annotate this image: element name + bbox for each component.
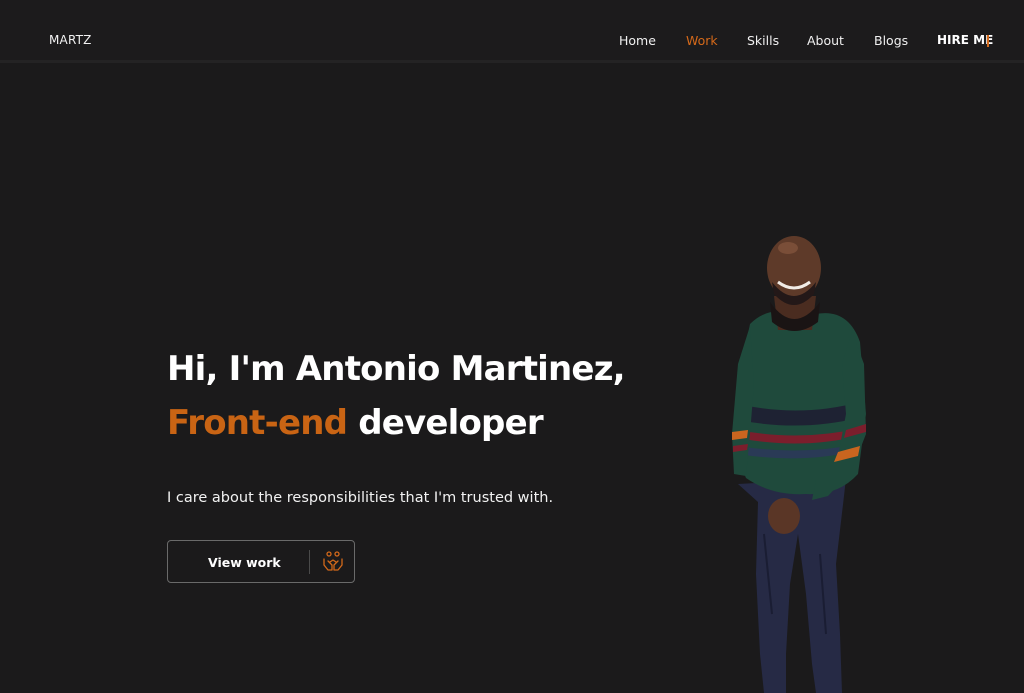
hero-role: Front-end developer: [167, 403, 544, 443]
hire-caret: [987, 35, 989, 47]
nav-home[interactable]: Home: [619, 33, 656, 48]
hero-role-text: developer: [347, 403, 543, 443]
hero-greeting: Hi, I'm Antonio Martinez,: [167, 349, 626, 389]
brand-logo[interactable]: MARTZ: [49, 33, 92, 47]
button-divider: [309, 550, 310, 574]
handshake-icon: [323, 551, 343, 571]
nav-blogs[interactable]: Blogs: [874, 33, 908, 48]
portrait-image: [732, 236, 866, 693]
view-work-label: View work: [208, 555, 281, 570]
nav-about[interactable]: About: [807, 33, 844, 48]
hire-me-link[interactable]: HIRE ME: [937, 33, 993, 47]
hero-tagline: I care about the responsibilities that I…: [167, 490, 554, 506]
hero-role-accent: Front-end: [167, 403, 348, 443]
view-work-button[interactable]: View work: [167, 540, 355, 583]
nav-work[interactable]: Work: [686, 33, 718, 48]
nav-skills[interactable]: Skills: [747, 33, 779, 48]
navbar: MARTZ Home Work Skills About Blogs HIRE …: [0, 0, 1024, 63]
